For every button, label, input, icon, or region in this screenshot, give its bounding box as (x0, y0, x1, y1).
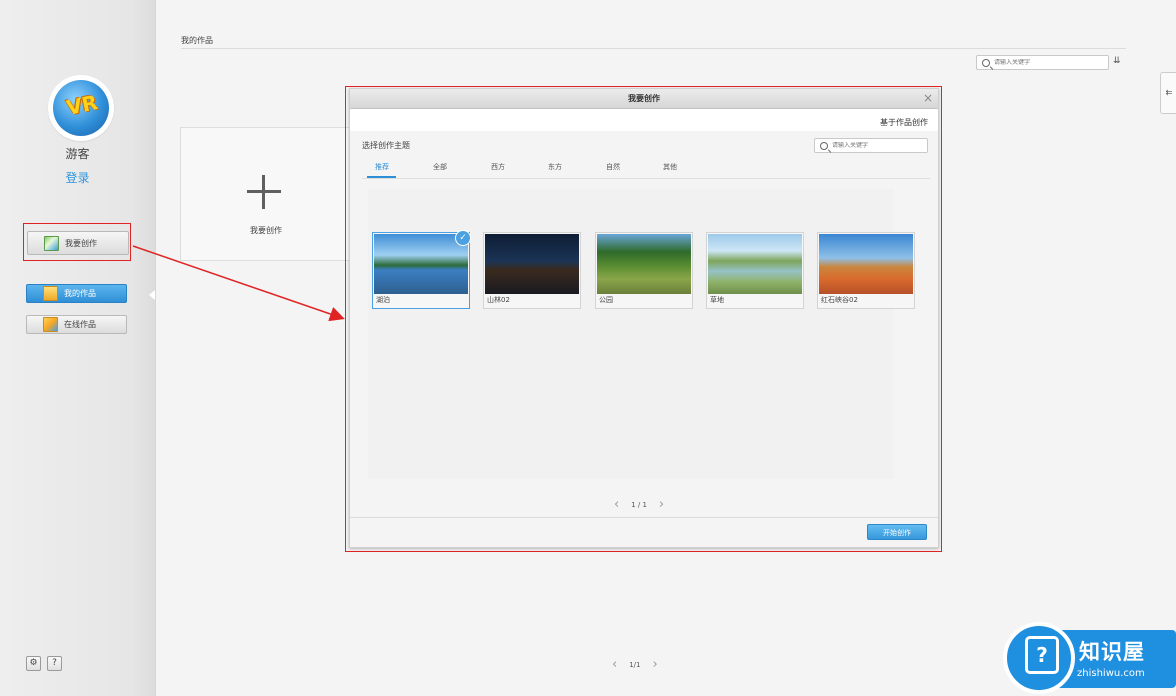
start-create-button[interactable]: 开始创作 (867, 524, 927, 540)
dialog-pagination: ‹ 1 / 1 › (614, 497, 664, 512)
question-icon: ? (1025, 636, 1059, 674)
scene-thumbnail (485, 234, 579, 294)
divider (350, 517, 938, 518)
scene-card-forest[interactable]: 山林02 (483, 232, 581, 309)
scene-name: 红石峡谷02 (821, 296, 858, 304)
scene-thumbnail (819, 234, 913, 294)
prev-page-icon[interactable]: ‹ (614, 497, 619, 512)
scene-thumbnail (597, 234, 691, 294)
scene-thumbnail (708, 234, 802, 294)
scene-card-canyon[interactable]: 红石峡谷02 (817, 232, 915, 309)
theme-tabs: 推荐 全部 西方 东方 自然 其他 (362, 160, 930, 179)
active-tab-indicator (367, 176, 396, 178)
tab-recommended[interactable]: 推荐 (368, 162, 396, 172)
dialog-search-box[interactable] (814, 138, 928, 153)
scene-name: 公园 (599, 296, 613, 304)
scene-name: 山林02 (487, 296, 510, 304)
watermark-title: 知识屋 (1079, 640, 1145, 664)
dialog-search-input[interactable] (832, 142, 912, 149)
tab-western[interactable]: 西方 (484, 162, 512, 172)
dialog-header-band (350, 109, 938, 131)
scene-card-park[interactable]: 公园 (595, 232, 693, 309)
scene-thumbnail (374, 234, 468, 294)
tab-all[interactable]: 全部 (426, 162, 454, 172)
close-icon[interactable]: × (923, 91, 933, 105)
scene-name: 草地 (710, 296, 724, 304)
create-dialog: 我要创作 × 基于作品创作 选择创作主题 推荐 全部 西方 东方 自然 其他 湖… (349, 88, 939, 548)
watermark-logo: 知识屋 zhishiwu.com ? (1003, 620, 1176, 696)
dialog-title: 我要创作 (350, 89, 938, 109)
tab-nature[interactable]: 自然 (599, 162, 627, 172)
scene-card-lake[interactable]: 湖泊 ✓ (372, 230, 471, 309)
based-on-work-link[interactable]: 基于作品创作 (880, 117, 928, 128)
next-page-icon[interactable]: › (659, 497, 664, 512)
page-indicator: 1 / 1 (631, 500, 647, 509)
search-icon (820, 141, 828, 150)
scene-card-grassland[interactable]: 草地 (706, 232, 804, 309)
dialog-subtitle: 选择创作主题 (362, 141, 410, 150)
tab-other[interactable]: 其他 (656, 162, 684, 172)
watermark-circle: ? (1003, 622, 1075, 694)
checkmark-icon: ✓ (455, 230, 471, 246)
watermark-url: zhishiwu.com (1077, 668, 1145, 679)
watermark-band: 知识屋 zhishiwu.com (1059, 630, 1176, 688)
tab-eastern[interactable]: 东方 (541, 162, 569, 172)
scene-name: 湖泊 (376, 296, 390, 304)
